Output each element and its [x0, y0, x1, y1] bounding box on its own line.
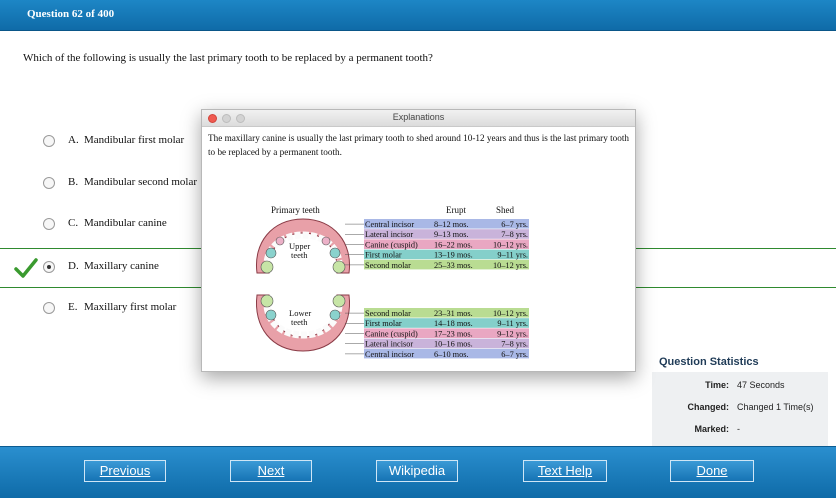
dialog-titlebar[interactable]: Explanations	[202, 110, 635, 127]
lower-table-shed: 6–7 yrs.	[501, 350, 528, 359]
upper-arch: Upper teeth	[255, 218, 351, 274]
question-statistics: Question Statistics Time: 47 Seconds Cha…	[652, 352, 828, 448]
explanations-dialog: Explanations The maxillary canine is usu…	[201, 109, 636, 372]
dialog-title: Explanations	[392, 112, 445, 122]
upper-table-name: Central incisor	[365, 220, 414, 229]
lower-table-erupt: 17–23 mos.	[434, 329, 473, 338]
stats-marked-label: Marked:	[694, 424, 729, 434]
upper-table-name: Canine (cuspid)	[365, 240, 418, 249]
choice-b-text: Mandibular second molar	[84, 176, 198, 188]
explanation-text: The maxillary canine is usually the last…	[208, 133, 630, 157]
choice-c-text: Mandibular canine	[84, 217, 167, 229]
lower-table-name: Central incisor	[365, 350, 414, 359]
primary-teeth-diagram: Primary teeth Erupt Shed Upper teeth Low…	[255, 205, 529, 359]
header-bar: Question 62 of 400	[0, 0, 836, 31]
choice-d-radio[interactable]	[43, 261, 55, 273]
upper-table-shed: 7–8 yrs.	[501, 230, 528, 239]
figure-col-erupt: Erupt	[446, 205, 466, 215]
upper-table-row: Second molar 25–33 mos. 10–12 yrs.	[345, 259, 529, 270]
wikipedia-button[interactable]: Wikipedia	[376, 460, 458, 482]
lower-table-shed: 10–12 yrs.	[493, 309, 528, 318]
lower-table-name: Canine (cuspid)	[365, 329, 418, 338]
choice-a-text: Mandibular first molar	[84, 134, 185, 146]
stats-changed-label: Changed:	[687, 402, 730, 412]
upper-table-erupt: 13–19 mos.	[434, 251, 473, 260]
figure-col-shed: Shed	[496, 205, 515, 215]
lower-table-name: Second molar	[365, 309, 411, 318]
lower-table-row: Canine (cuspid) 17–23 mos. 9–12 yrs.	[345, 328, 529, 338]
stats-title: Question Statistics	[659, 356, 759, 368]
lower-table-row: Second molar 23–31 mos. 10–12 yrs.	[345, 308, 529, 318]
text-help-button[interactable]: Text Help	[523, 460, 607, 482]
upper-table-shed: 10–12 yrs.	[493, 240, 528, 249]
upper-table-name: First molar	[365, 251, 402, 260]
choice-e-radio[interactable]	[43, 302, 55, 314]
choice-d-text: Maxillary canine	[84, 260, 159, 272]
choice-b-letter: B.	[68, 176, 79, 188]
lower-table-row: Lateral incisor 10–16 mos. 7–8 yrs.	[345, 338, 529, 349]
upper-table-erupt: 8–12 mos.	[434, 220, 469, 229]
upper-table-row: First molar 13–19 mos. 9–11 yrs.	[345, 249, 529, 260]
choice-d-letter: D.	[68, 260, 79, 272]
question-text: Which of the following is usually the la…	[23, 52, 433, 64]
upper-table-shed: 9–11 yrs.	[497, 251, 528, 260]
lower-table-shed: 9–12 yrs.	[497, 329, 528, 338]
lower-table-erupt: 10–16 mos.	[434, 340, 473, 349]
upper-table-name: Second molar	[365, 261, 411, 270]
stats-time-value: 47 Seconds	[737, 380, 785, 390]
bottom-nav-bar: Previous Next Wikipedia Text Help Done	[0, 446, 836, 498]
choice-b-radio[interactable]	[43, 177, 55, 189]
lower-arch: Lower teeth	[255, 294, 351, 352]
previous-button[interactable]: Previous	[84, 460, 166, 482]
upper-teeth-label-2: teeth	[291, 250, 308, 260]
upper-table-row: Canine (cuspid) 16–22 mos. 10–12 yrs.	[345, 239, 529, 249]
lower-table-shed: 9–11 yrs.	[497, 319, 528, 328]
lower-table-erupt: 14–18 mos.	[434, 319, 473, 328]
lower-table-erupt: 6–10 mos.	[434, 350, 469, 359]
stats-marked-value: -	[737, 424, 740, 434]
choice-e-text: Maxillary first molar	[84, 301, 177, 313]
upper-table-erupt: 16–22 mos.	[434, 240, 473, 249]
lower-table-shed: 7–8 yrs.	[501, 340, 528, 349]
lower-table-name: First molar	[365, 319, 402, 328]
upper-table-shed: 10–12 yrs.	[493, 261, 528, 270]
upper-table-shed: 6–7 yrs.	[501, 220, 528, 229]
lower-table-row: First molar 14–18 mos. 9–11 yrs.	[345, 318, 529, 328]
choice-c-letter: C.	[68, 217, 79, 229]
upper-table-erupt: 9–13 mos.	[434, 230, 469, 239]
upper-table-erupt: 25–33 mos.	[434, 261, 473, 270]
choice-a-letter: A.	[68, 134, 79, 146]
upper-table-row: Central incisor 8–12 mos. 6–7 yrs.	[345, 219, 529, 229]
stats-time-label: Time:	[705, 380, 729, 390]
lower-teeth-label-2: teeth	[291, 317, 308, 327]
upper-teeth-table: Central incisor 8–12 mos. 6–7 yrs.Lateral …	[345, 219, 529, 270]
choice-a-radio[interactable]	[43, 135, 55, 147]
lower-teeth-table: Second molar 23–31 mos. 10–12 yrs.First mo…	[345, 308, 529, 359]
lower-table-name: Lateral incisor	[365, 340, 413, 349]
lower-table-erupt: 23–31 mos.	[434, 309, 473, 318]
upper-table-name: Lateral incisor	[365, 230, 413, 239]
choice-c-radio[interactable]	[43, 218, 55, 230]
next-button[interactable]: Next	[230, 460, 312, 482]
done-button[interactable]: Done	[670, 460, 754, 482]
correct-check-icon	[14, 258, 38, 278]
stats-changed-value: Changed 1 Time(s)	[737, 402, 814, 412]
upper-table-row: Lateral incisor 9–13 mos. 7–8 yrs.	[345, 229, 529, 239]
figure-heading: Primary teeth	[271, 205, 320, 215]
choice-e-letter: E.	[68, 301, 78, 313]
question-number: Question 62 of 400	[27, 8, 115, 20]
lower-table-row: Central incisor 6–10 mos. 6–7 yrs.	[345, 348, 529, 359]
